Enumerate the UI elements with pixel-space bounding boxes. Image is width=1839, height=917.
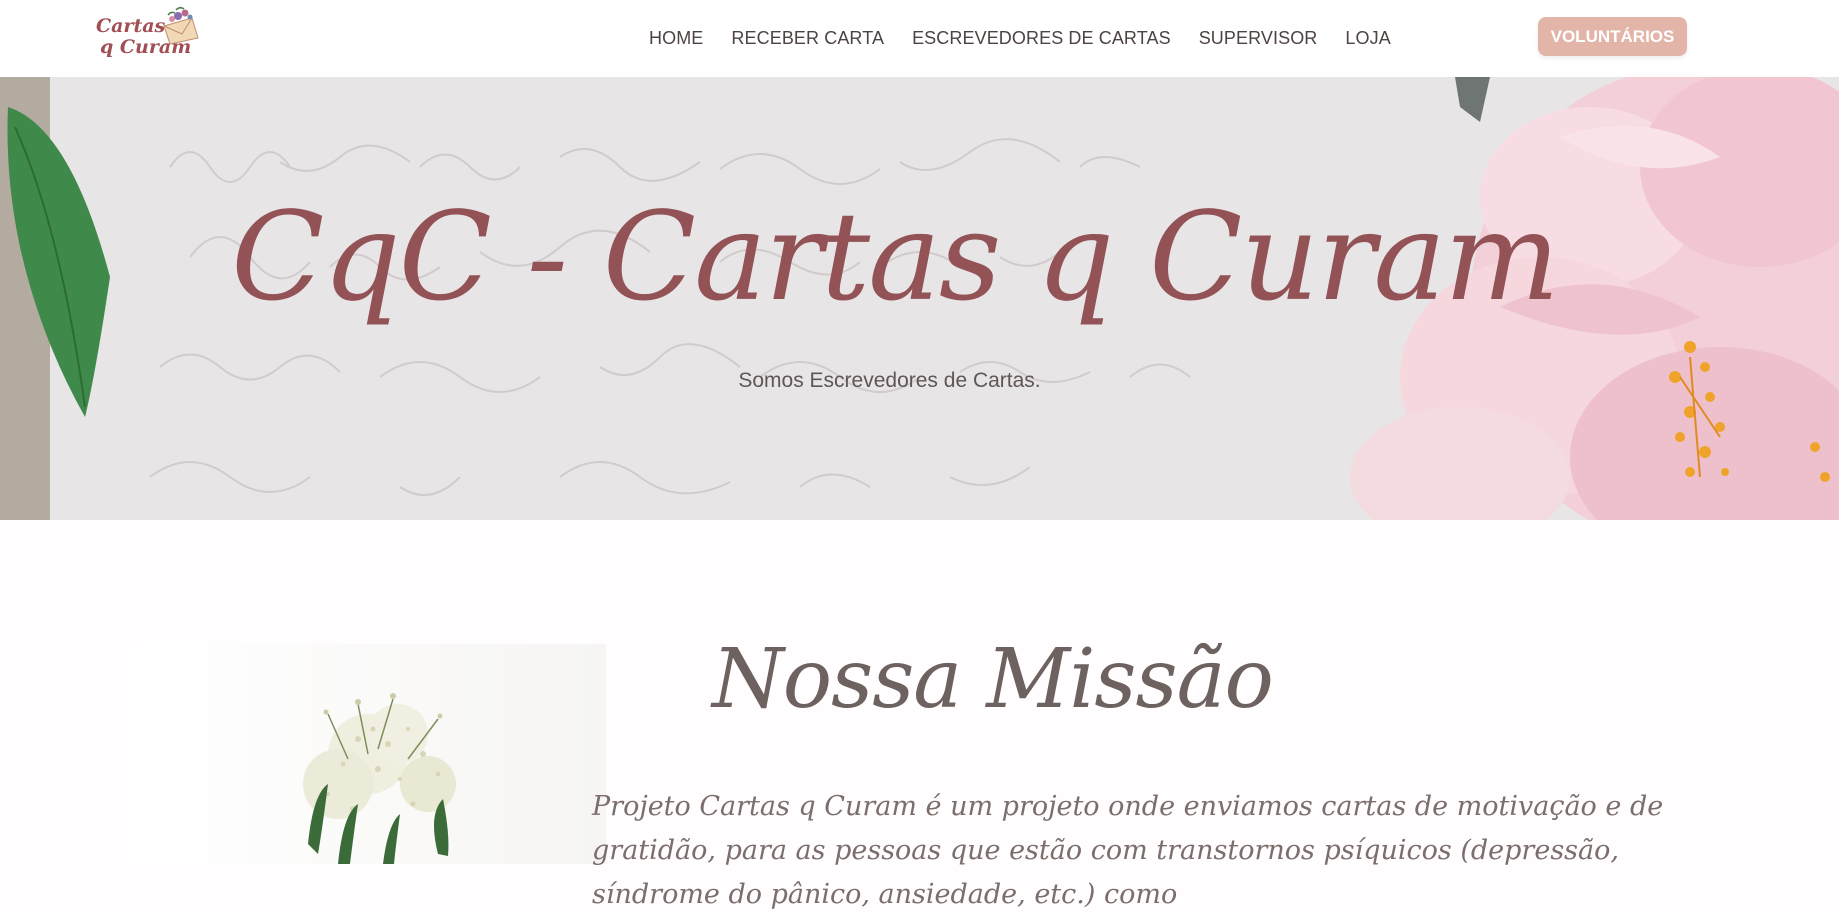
nav-receber-carta-link[interactable]: RECEBER CARTA <box>717 24 898 52</box>
nav-supervisor-link[interactable]: SUPERVISOR <box>1185 24 1332 52</box>
site-header: Cartas q Curam HOME RECEBER CARTA ESCREV… <box>0 0 1839 77</box>
main-nav: HOME RECEBER CARTA ESCREVEDORES DE CARTA… <box>649 24 1405 52</box>
mission-flowers-image <box>138 644 606 864</box>
voluntarios-button[interactable]: VOLUNTÁRIOS <box>1538 17 1687 56</box>
hero-banner: CqC - Cartas q Curam Somos Escrevedores … <box>0 77 1839 520</box>
mission-title: Nossa Missão <box>712 632 1274 727</box>
mission-description: Projeto Cartas q Curam é um projeto onde… <box>592 791 1664 910</box>
flower-bouquet-illustration <box>303 693 456 864</box>
hero-title: CqC - Cartas q Curam <box>231 186 1560 328</box>
nav-escrevedores-link[interactable]: ESCREVEDORES DE CARTAS <box>898 24 1185 52</box>
site-logo[interactable]: Cartas q Curam <box>96 6 206 70</box>
envelope-flowers-icon <box>163 6 199 45</box>
nav-home-link[interactable]: HOME <box>649 24 717 52</box>
nav-loja-link[interactable]: LOJA <box>1331 24 1404 52</box>
hero-subtitle: Somos Escrevedores de Cartas. <box>738 369 1041 392</box>
